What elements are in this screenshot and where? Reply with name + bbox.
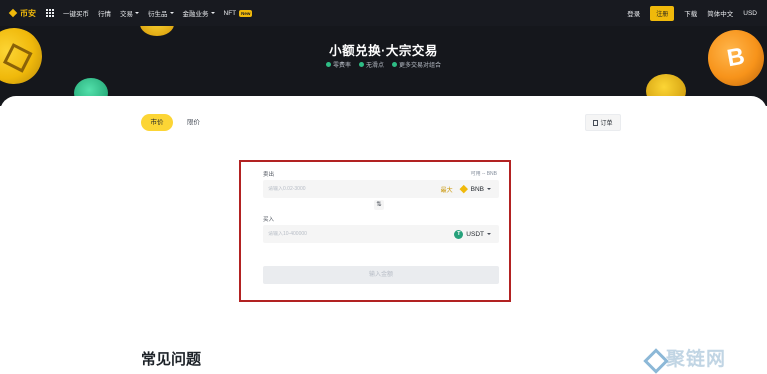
hero-banner: B 小额兑换·大宗交易 零费率 无滑点 更多交易对组合 (0, 26, 767, 106)
available-balance: 可用 -- BNB (470, 171, 497, 177)
tab-limit[interactable]: 限价 (187, 114, 200, 131)
hero-title: 小额兑换·大宗交易 (329, 44, 438, 58)
login-link[interactable]: 登录 (627, 8, 640, 18)
binance-logo-icon (8, 9, 17, 18)
hero-features: 零费率 无滑点 更多交易对组合 (0, 60, 767, 69)
nav-right: 登录 注册 下载 简体中文 USD (617, 5, 757, 21)
chevron-down-icon (135, 12, 139, 14)
buy-amount-input[interactable] (268, 231, 408, 237)
buy-label: 买入 (263, 217, 275, 223)
apps-grid-icon[interactable] (46, 9, 54, 17)
feature-more-pairs: 更多交易对组合 (392, 60, 441, 69)
nav-item-finance[interactable]: 金融业务 (183, 8, 215, 18)
buy-token-select[interactable]: T USDT (454, 229, 491, 239)
language-selector[interactable]: 简体中文 (707, 8, 733, 18)
check-circle-icon (358, 62, 364, 67)
check-circle-icon (392, 62, 397, 67)
currency-selector[interactable]: USD (743, 10, 757, 17)
new-badge: New (239, 9, 253, 17)
orders-button[interactable]: 订单 (585, 114, 621, 131)
swap-direction-button[interactable]: ⇅ (374, 200, 384, 210)
sell-amount-input[interactable] (268, 186, 408, 192)
nav-menu: 一键买币 行情 交易 衍生品 金融业务 NFT New (63, 8, 261, 18)
watermark-diamond-icon (644, 349, 662, 367)
watermark-text: 聚链网 (666, 348, 727, 370)
swap-panel: 卖出 可用 -- BNB 最大 BNB ⇅ 买入 T USDT 输入金额 (239, 160, 511, 302)
feature-no-slippage: 无滑点 (358, 60, 384, 69)
buy-input-row: T USDT (263, 225, 499, 243)
sell-token-select[interactable]: BNB (460, 185, 491, 193)
chevron-down-icon (487, 188, 491, 190)
bnb-icon (460, 185, 468, 193)
download-link[interactable]: 下载 (684, 8, 697, 18)
coin-illustration (140, 26, 174, 36)
chevron-down-icon (169, 12, 174, 14)
top-nav: 币安 一键买币 行情 交易 衍生品 金融业务 NFT New 登录 注册 下载 简… (0, 0, 767, 26)
nav-item-buy-crypto[interactable]: 一键买币 (63, 8, 89, 18)
main-content: 市价 限价 订单 卖出 可用 -- BNB 最大 BNB ⇅ 买入 T USDT (0, 96, 767, 374)
tab-market[interactable]: 市价 (141, 114, 173, 131)
nav-item-trade[interactable]: 交易 (120, 8, 139, 18)
watermark-logo: 聚链网 (644, 344, 726, 371)
brand-logo[interactable]: 币安 (8, 8, 36, 19)
feature-zero-fee: 零费率 (325, 60, 351, 69)
document-icon (593, 119, 599, 126)
nav-item-markets[interactable]: 行情 (98, 8, 111, 18)
chevron-down-icon (210, 12, 215, 14)
nav-item-derivatives[interactable]: 衍生品 (148, 8, 174, 18)
sell-label: 卖出 (263, 172, 275, 178)
usdt-icon: T (454, 229, 464, 239)
sell-input-row: 最大 BNB (263, 180, 499, 198)
enter-amount-button[interactable]: 输入金额 (263, 266, 499, 284)
max-button[interactable]: 最大 (441, 185, 453, 194)
brand-name: 币安 (20, 8, 36, 18)
faq-heading: 常见问题 (141, 351, 202, 368)
check-circle-icon (325, 62, 331, 67)
register-button[interactable]: 注册 (650, 5, 675, 21)
chevron-down-icon (487, 233, 491, 235)
nav-item-nft[interactable]: NFT New (224, 9, 253, 17)
